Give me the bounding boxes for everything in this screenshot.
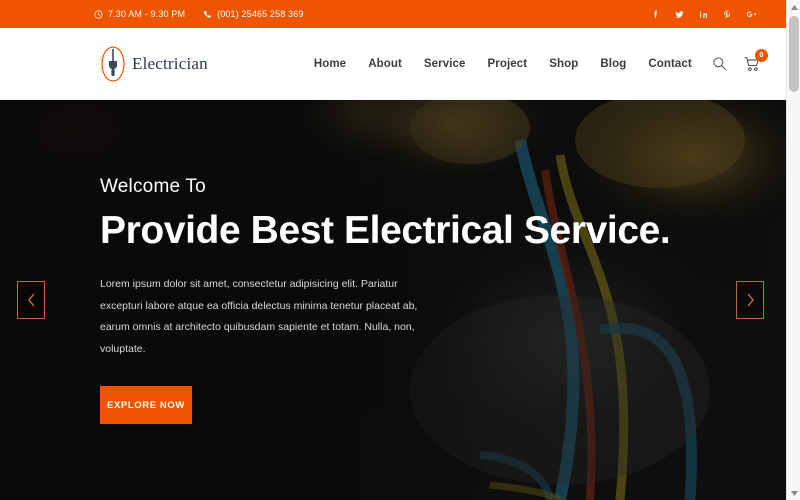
phone-icon <box>203 10 212 19</box>
phone-number-text: (001) 25465 258 369 <box>217 9 304 19</box>
phone-number[interactable]: (001) 25465 258 369 <box>203 9 303 19</box>
header-tools: 0 <box>712 48 768 72</box>
nav-item-home[interactable]: Home <box>314 58 346 70</box>
scrollbar-thumb[interactable] <box>789 16 799 92</box>
twitter-icon[interactable] <box>674 8 685 20</box>
nav-item-blog[interactable]: Blog <box>600 58 626 70</box>
hero-welcome-text: Welcome To <box>100 175 206 197</box>
chevron-left-icon <box>27 293 34 307</box>
nav-item-project[interactable]: Project <box>488 58 528 70</box>
slider-next-button[interactable] <box>736 281 764 319</box>
site-logo[interactable]: Electrician <box>100 45 208 83</box>
nav-item-contact[interactable]: Contact <box>648 58 692 70</box>
scroll-up-arrow-icon[interactable] <box>787 0 800 14</box>
slider-prev-button[interactable] <box>17 281 45 319</box>
vertical-scrollbar[interactable] <box>786 0 800 500</box>
browser-viewport: 7.30 AM - 9.30 PM (001) 25465 258 369 El… <box>0 0 786 500</box>
main-navigation: Home About Service Project Shop Blog Con… <box>314 58 692 70</box>
linkedin-icon[interactable] <box>698 8 709 20</box>
hero-slider: Welcome To Provide Best Electrical Servi… <box>0 100 786 500</box>
top-info-bar: 7.30 AM - 9.30 PM (001) 25465 258 369 <box>0 0 786 28</box>
topbar-contact-group: 7.30 AM - 9.30 PM (001) 25465 258 369 <box>94 9 304 19</box>
social-links <box>650 8 757 20</box>
business-hours: 7.30 AM - 9.30 PM <box>94 9 185 19</box>
hero-content: Welcome To Provide Best Electrical Servi… <box>0 100 786 500</box>
scroll-down-arrow-icon[interactable] <box>787 486 800 500</box>
cart-count-badge: 0 <box>754 48 768 62</box>
hero-description: Lorem ipsum dolor sit amet, consectetur … <box>100 278 418 355</box>
nav-item-about[interactable]: About <box>368 58 402 70</box>
pinterest-icon[interactable] <box>722 8 733 20</box>
site-header: Electrician Home About Service Project S… <box>0 28 786 100</box>
nav-item-service[interactable]: Service <box>424 58 466 70</box>
shopping-cart-icon[interactable]: 0 <box>744 48 768 72</box>
clock-icon <box>94 9 103 19</box>
explore-now-button[interactable]: EXPLORE NOW <box>100 386 192 425</box>
hero-title: Provide Best Electrical Service. <box>100 208 671 252</box>
google-plus-icon[interactable] <box>746 8 757 20</box>
facebook-icon[interactable] <box>650 8 661 20</box>
business-hours-text: 7.30 AM - 9.30 PM <box>108 9 186 19</box>
chevron-right-icon <box>747 293 754 307</box>
search-icon[interactable] <box>712 56 727 71</box>
logo-text: Electrician <box>132 53 208 73</box>
nav-item-shop[interactable]: Shop <box>549 58 578 70</box>
page-root: 7.30 AM - 9.30 PM (001) 25465 258 369 El… <box>0 0 800 500</box>
electric-plug-icon <box>101 45 125 82</box>
